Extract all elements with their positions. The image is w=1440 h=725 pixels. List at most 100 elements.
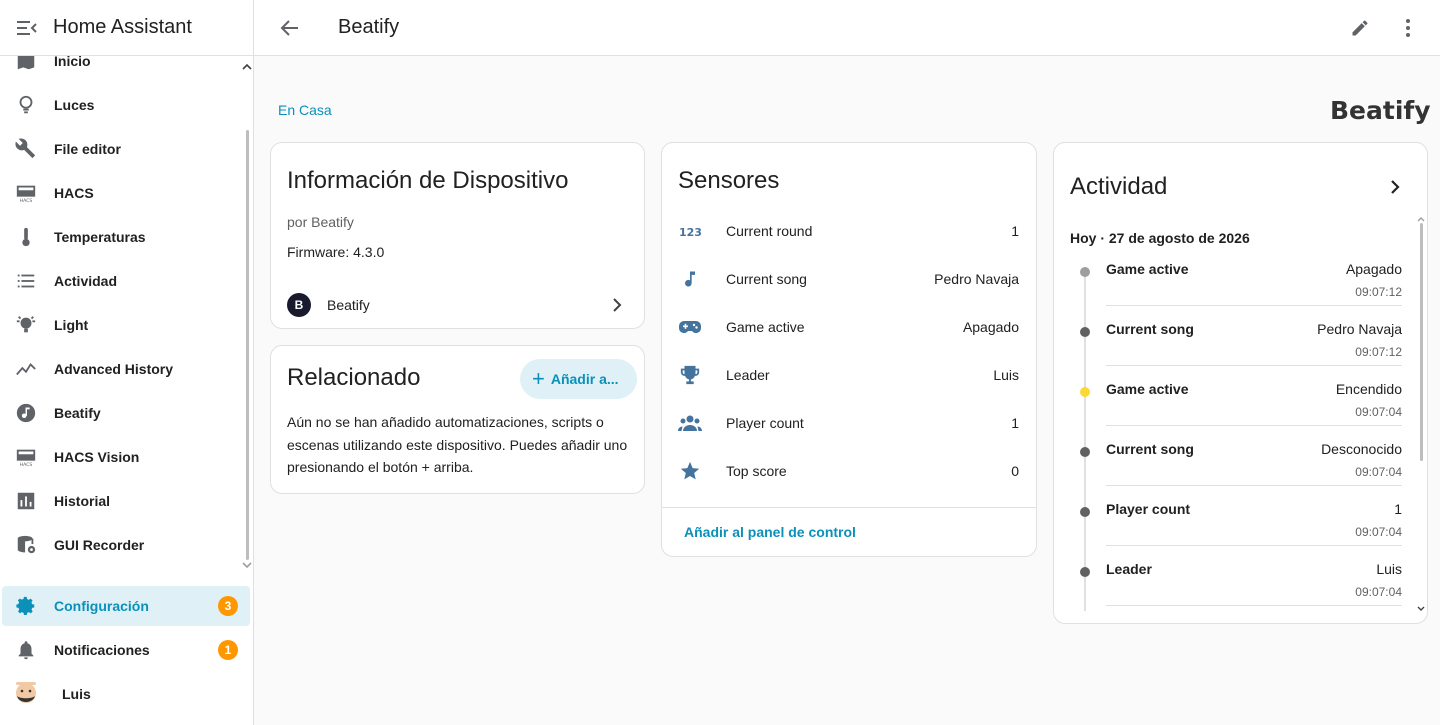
log-entry-time: 09:07:12 (1355, 285, 1402, 299)
scroll-down-icon[interactable] (241, 558, 253, 570)
scroll-up-icon[interactable] (241, 60, 253, 72)
sidebar-item-label: File editor (54, 141, 121, 157)
sidebar-item-hacs[interactable]: HACS HACS (0, 171, 250, 215)
notification-badge: 3 (218, 596, 238, 616)
menu-collapse-icon[interactable] (16, 17, 38, 39)
sensors-title: Sensores (678, 167, 780, 194)
sidebar-item-label: Historial (54, 493, 111, 509)
scroll-down-icon[interactable] (1416, 601, 1426, 611)
gamepad-icon (678, 315, 702, 339)
numeric-icon: 123 (678, 219, 702, 243)
sidebar-item-inicio[interactable]: Inicio (0, 56, 250, 83)
sensor-row-current-song[interactable]: Current song Pedro Navaja (662, 255, 1036, 303)
sidebar-item-hacs-vision[interactable]: HACS HACS Vision (0, 435, 250, 479)
sidebar-item-advanced-history[interactable]: Advanced History (0, 347, 250, 391)
log-entry[interactable]: Player count 1 09:07:04 (1054, 499, 1414, 559)
sidebar-item-label: Inicio (54, 56, 91, 69)
log-entry-time: 09:07:04 (1355, 585, 1402, 599)
log-entry-value: Apagado (1345, 261, 1402, 277)
sidebar-item-actividad[interactable]: Actividad (0, 259, 250, 303)
log-entry[interactable]: Game active Encendido 09:07:04 (1054, 379, 1414, 439)
log-entry-value: 1 (1394, 501, 1402, 517)
log-entry[interactable]: Leader Luis 09:07:04 (1054, 559, 1414, 619)
sensor-row-game-active[interactable]: Game active Apagado (662, 303, 1036, 351)
sensor-value: Luis (993, 367, 1019, 383)
log-entry-value: Encendido (1335, 381, 1402, 397)
add-related-label: Añadir a... (550, 371, 619, 387)
sensor-row-current-round[interactable]: 123 Current round 1 (662, 207, 1036, 255)
device-name: Beatify (327, 297, 370, 313)
sidebar-item-label: Configuración (54, 598, 149, 614)
sensor-value: 1 (1011, 223, 1019, 239)
sidebar-header: Home Assistant (0, 0, 253, 56)
sidebar-item-historial[interactable]: Historial (0, 479, 250, 523)
sensor-name: Current song (726, 271, 807, 287)
sensor-value: 1 (1011, 415, 1019, 431)
sidebar-scrollbar[interactable] (246, 130, 249, 560)
device-link-row[interactable]: B Beatify (271, 287, 644, 323)
divider (1106, 365, 1402, 366)
manufacturer-text: por Beatify (287, 214, 354, 230)
sensor-name: Game active (726, 319, 805, 335)
sensor-name: Player count (726, 415, 804, 431)
sidebar-item-luces[interactable]: Luces (0, 83, 250, 127)
sidebar-item-label: HACS Vision (54, 449, 140, 465)
log-entry-name: Player count (1106, 501, 1191, 517)
sidebar-item-label: Temperaturas (54, 229, 146, 245)
sidebar-item-configuracion[interactable]: Configuración 3 (2, 586, 250, 626)
log-entry[interactable]: Current song Desconocido 09:07:04 (1054, 439, 1414, 499)
sidebar-item-gui-recorder[interactable]: GUI Recorder (0, 523, 250, 567)
sidebar: Home Assistant Inicio Luces File editor … (0, 0, 254, 725)
lightbulb-icon (14, 93, 38, 117)
app-title: Home Assistant (53, 16, 192, 38)
log-entry[interactable]: Current song Pedro Navaja 09:07:12 (1054, 319, 1414, 379)
sensor-row-top-score[interactable]: Top score 0 (662, 447, 1036, 495)
sidebar-item-light[interactable]: Light (0, 303, 250, 347)
divider (1106, 485, 1402, 486)
sidebar-user[interactable]: Luis (0, 672, 250, 716)
divider (1106, 305, 1402, 306)
state-dot (1080, 447, 1090, 457)
activity-scrollbar[interactable] (1420, 223, 1423, 461)
device-info-title: Información de Dispositivo (287, 167, 569, 194)
add-to-dashboard-button[interactable]: Añadir al panel de control (684, 524, 856, 540)
log-entry-name: Game active (1106, 381, 1189, 397)
sidebar-item-beatify[interactable]: Beatify (0, 391, 250, 435)
thermometer-icon (14, 225, 38, 249)
bell-icon (14, 638, 38, 662)
sensor-row-player-count[interactable]: Player count 1 (662, 399, 1036, 447)
log-entry[interactable]: Game active Apagado 09:07:12 (1054, 259, 1414, 319)
sidebar-item-temperaturas[interactable]: Temperaturas (0, 215, 250, 259)
log-entry-name: Leader (1106, 561, 1152, 577)
divider (1106, 545, 1402, 546)
pencil-icon[interactable] (1348, 16, 1372, 40)
log-entry-value: Luis (1376, 561, 1402, 577)
sidebar-item-file-editor[interactable]: File editor (0, 127, 250, 171)
hacs-icon: HACS (14, 445, 38, 469)
top-bar: Beatify (254, 0, 1440, 56)
music-circle-icon (14, 401, 38, 425)
add-related-button[interactable]: + Añadir a... (520, 359, 637, 399)
device-logo: B (287, 293, 311, 317)
sidebar-item-label: Luces (54, 97, 95, 113)
sidebar-item-notificaciones[interactable]: Notificaciones 1 (2, 630, 250, 670)
more-vertical-icon[interactable] (1396, 16, 1420, 40)
log-entry-time: 09:07:04 (1355, 525, 1402, 539)
sensor-name: Current round (726, 223, 813, 239)
log-entry-name: Game active (1106, 261, 1189, 277)
beatify-logo: Beatify (1330, 92, 1431, 128)
log-entry-time: 09:07:04 (1355, 405, 1402, 419)
log-entry-time: 09:07:04 (1355, 465, 1402, 479)
area-link[interactable]: En Casa (278, 102, 332, 118)
related-description: Aún no se han añadido automatizaciones, … (287, 414, 628, 475)
account-group-icon (678, 411, 702, 435)
chevron-right-icon[interactable] (1386, 178, 1404, 196)
sidebar-item-label: Advanced History (54, 361, 174, 377)
sidebar-item-label: Beatify (54, 405, 101, 421)
wrench-icon (14, 137, 38, 161)
sensor-row-leader[interactable]: Leader Luis (662, 351, 1036, 399)
trophy-icon (678, 363, 702, 387)
back-arrow-icon[interactable] (278, 16, 302, 40)
state-dot (1080, 267, 1090, 277)
scroll-up-icon[interactable] (1416, 211, 1426, 222)
